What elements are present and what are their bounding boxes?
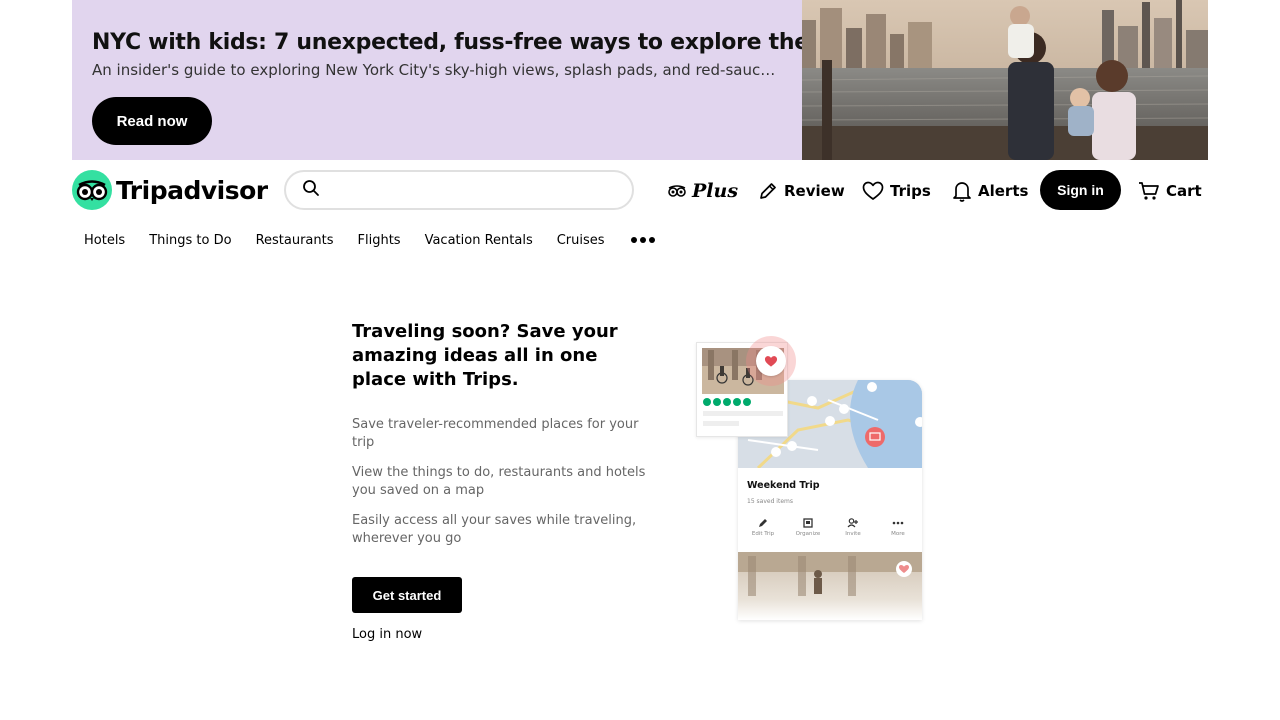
more-label: More	[891, 531, 905, 537]
get-started-button[interactable]: Get started	[352, 577, 462, 613]
rating-bubbles	[703, 398, 751, 406]
tab-flights[interactable]: Flights	[346, 233, 413, 248]
edit-trip-action: Edit Trip	[743, 518, 783, 537]
organize-label: Organize	[795, 531, 821, 537]
cart-icon	[1138, 181, 1160, 201]
pencil-icon	[758, 181, 778, 201]
logo-text: Tripadvisor	[116, 175, 268, 205]
banner-subtitle: An insider's guide to exploring New York…	[92, 61, 782, 79]
alerts-label: Alerts	[978, 182, 1029, 200]
plus-label: Plus	[692, 180, 739, 202]
trip-count: 15 saved items	[747, 498, 793, 505]
add-person-icon	[833, 518, 873, 529]
family-photo-image	[802, 0, 1208, 160]
more-icon	[878, 518, 918, 529]
cart-link[interactable]: Cart	[1138, 177, 1202, 205]
trip-card: Weekend Trip 15 saved items Edit Trip Or…	[738, 468, 922, 552]
heart-filled-icon	[756, 346, 786, 376]
owl-plus-icon	[668, 185, 686, 197]
banner-title[interactable]: NYC with kids: 7 unexpected, fuss-free w…	[92, 30, 861, 55]
more-action: More	[878, 518, 918, 537]
review-link[interactable]: Review	[758, 177, 845, 205]
tab-restaurants[interactable]: Restaurants	[244, 233, 346, 248]
trips-link[interactable]: Trips	[862, 177, 931, 205]
banner-photo[interactable]	[802, 0, 1208, 160]
trips-promo-title: Traveling soon? Save your amazing ideas …	[352, 321, 618, 390]
tripadvisor-logo[interactable]: Tripadvisor	[72, 170, 268, 210]
trips-benefit-1: Save traveler-recommended places for you…	[352, 417, 639, 450]
tab-things-to-do[interactable]: Things to Do	[137, 233, 243, 248]
trips-label: Trips	[890, 182, 931, 200]
edit-trip-label: Edit Trip	[751, 531, 775, 537]
invite-label: Invite	[845, 531, 861, 537]
plus-link[interactable]: Plus	[668, 177, 738, 205]
trips-benefit-3: Easily access all your saves while trave…	[352, 513, 637, 546]
heart-icon	[862, 181, 884, 201]
tab-hotels[interactable]: Hotels	[72, 233, 137, 248]
placeholder-line	[703, 421, 739, 426]
owl-logo-icon	[72, 170, 112, 210]
organize-action: Organize	[788, 518, 828, 537]
read-now-button[interactable]: Read now	[92, 97, 212, 145]
more-options-icon[interactable]	[619, 237, 667, 243]
tab-cruises[interactable]: Cruises	[545, 233, 617, 248]
trip-title: Weekend Trip	[747, 480, 820, 491]
alerts-link[interactable]: Alerts	[952, 177, 1028, 205]
category-tabs: Hotels Things to Do Restaurants Flights …	[72, 226, 667, 254]
placeholder-line	[703, 411, 783, 416]
bell-icon	[952, 180, 972, 202]
invite-action: Invite	[833, 518, 873, 537]
cart-label: Cart	[1166, 182, 1202, 200]
search-input[interactable]	[328, 175, 618, 205]
promo-banner: NYC with kids: 7 unexpected, fuss-free w…	[72, 0, 1208, 160]
tab-vacation-rentals[interactable]: Vacation Rentals	[413, 233, 545, 248]
review-label: Review	[784, 182, 845, 200]
trip-photo-image	[738, 552, 922, 620]
search-bar[interactable]	[284, 170, 634, 210]
log-in-link[interactable]: Log in now	[352, 627, 422, 642]
pencil-icon	[743, 518, 783, 529]
sign-in-button[interactable]: Sign in	[1040, 170, 1121, 210]
trips-illustration: Weekend Trip 15 saved items Edit Trip Or…	[690, 330, 930, 620]
organize-icon	[788, 518, 828, 529]
search-icon	[302, 179, 320, 201]
save-heart-highlight	[746, 336, 796, 386]
trips-benefit-2: View the things to do, restaurants and h…	[352, 465, 646, 498]
